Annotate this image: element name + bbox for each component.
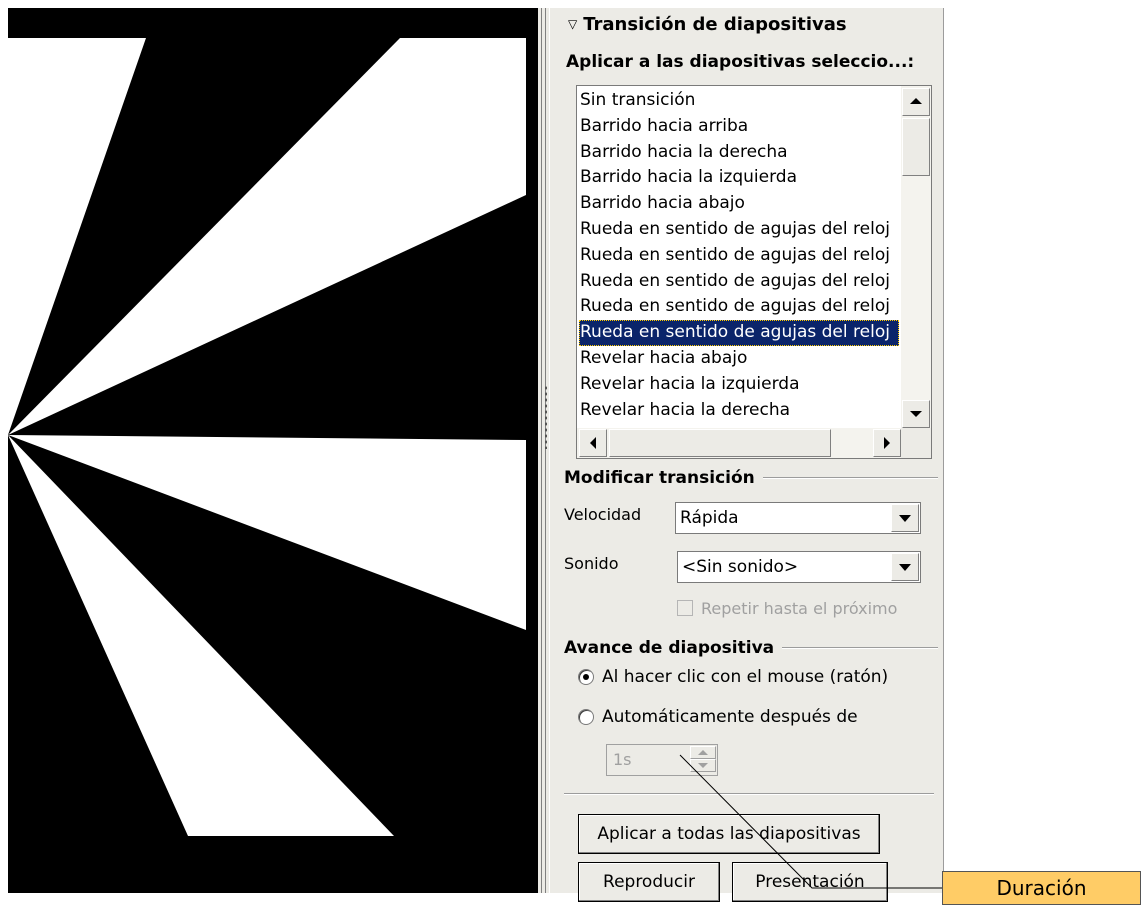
spin-buttons[interactable] bbox=[690, 746, 716, 774]
transition-item[interactable]: Barrido hacia abajo bbox=[579, 191, 899, 217]
apply-to-all-button[interactable]: Aplicar a todas las diapositivas bbox=[578, 814, 880, 854]
arrow-down-icon bbox=[910, 411, 922, 417]
transition-item[interactable]: Rueda en sentido de agujas del reloj bbox=[579, 243, 899, 269]
transition-item[interactable]: Revelar hacia la izquierda bbox=[579, 372, 899, 398]
scroll-right-button[interactable] bbox=[873, 429, 901, 457]
play-button[interactable]: Reproducir bbox=[578, 862, 720, 902]
apply-to-selected-label: Aplicar a las diapositivas seleccio...: bbox=[566, 52, 915, 72]
checkbox-icon[interactable] bbox=[677, 600, 693, 616]
splitter-grip-icon[interactable] bbox=[544, 385, 548, 449]
divider bbox=[564, 793, 934, 795]
transition-item[interactable]: Rueda en sentido de agujas del reloj bbox=[579, 294, 899, 320]
slideshow-button[interactable]: Presentación bbox=[732, 862, 888, 902]
radio-selected-icon[interactable] bbox=[578, 669, 594, 685]
transition-list[interactable]: Sin transición Barrido hacia arriba Barrid… bbox=[576, 85, 932, 459]
sound-dropdown-button[interactable] bbox=[891, 553, 919, 581]
auto-label: Automáticamente después de bbox=[602, 707, 858, 727]
arrow-up-icon bbox=[910, 98, 922, 104]
chevron-down-icon bbox=[899, 515, 911, 522]
advance-automatically-radio[interactable]: Automáticamente después de bbox=[578, 705, 858, 729]
radio-unselected-icon[interactable] bbox=[578, 709, 594, 725]
speed-select[interactable]: Rápida bbox=[675, 502, 921, 534]
scrollbar-corner bbox=[901, 428, 931, 458]
transition-item[interactable]: Rueda en sentido de agujas del reloj bbox=[579, 320, 899, 346]
transition-item[interactable]: Revelar hacia abajo bbox=[579, 346, 899, 372]
collapse-triangle-icon[interactable]: ▽ bbox=[568, 12, 577, 36]
transition-items: Sin transición Barrido hacia arriba Barrid… bbox=[579, 88, 899, 423]
scroll-left-button[interactable] bbox=[579, 429, 607, 457]
modify-transition-heading: Modificar transición bbox=[564, 466, 938, 490]
clock-wipe-graphic bbox=[8, 38, 526, 836]
loop-label: Repetir hasta el próximo bbox=[701, 598, 898, 618]
pane-splitter[interactable] bbox=[538, 8, 560, 893]
sound-value: <Sin sonido> bbox=[682, 557, 799, 577]
spin-down-icon[interactable] bbox=[690, 759, 716, 772]
chevron-down-icon bbox=[899, 564, 911, 571]
sound-select[interactable]: <Sin sonido> bbox=[677, 551, 921, 583]
speed-dropdown-button[interactable] bbox=[891, 504, 919, 532]
divider bbox=[762, 477, 938, 479]
horizontal-scroll-thumb[interactable] bbox=[609, 429, 831, 457]
vertical-scrollbar[interactable] bbox=[901, 86, 931, 428]
spin-up-icon[interactable] bbox=[690, 746, 716, 759]
transition-item[interactable]: Barrido hacia arriba bbox=[579, 114, 899, 140]
on-click-label: Al hacer clic con el mouse (ratón) bbox=[602, 667, 889, 687]
loop-until-next-checkbox[interactable]: Repetir hasta el próximo bbox=[677, 597, 897, 619]
vertical-scroll-thumb[interactable] bbox=[902, 118, 930, 176]
horizontal-scrollbar[interactable] bbox=[577, 428, 901, 458]
transition-item[interactable]: Barrido hacia la izquierda bbox=[579, 165, 899, 191]
advance-on-click-radio[interactable]: Al hacer clic con el mouse (ratón) bbox=[578, 665, 888, 689]
arrow-right-icon bbox=[884, 437, 890, 449]
slide-transition-pane: ▽ Transición de diapositivas Aplicar a la… bbox=[560, 8, 944, 902]
speed-value: Rápida bbox=[680, 508, 739, 528]
transition-item[interactable]: Barrido hacia la derecha bbox=[579, 140, 899, 166]
transition-item[interactable]: Sin transición bbox=[579, 88, 899, 114]
time-value: 1s bbox=[613, 750, 632, 769]
slide-preview bbox=[8, 8, 549, 893]
arrow-left-icon bbox=[590, 437, 596, 449]
duration-callout: Duración bbox=[942, 871, 1141, 905]
advance-time-spinner[interactable]: 1s bbox=[606, 744, 718, 776]
transition-item[interactable]: Rueda en sentido de agujas del reloj bbox=[579, 269, 899, 295]
scroll-up-button[interactable] bbox=[902, 88, 930, 116]
scroll-down-button[interactable] bbox=[902, 400, 930, 428]
pane-title[interactable]: ▽ Transición de diapositivas bbox=[568, 12, 938, 36]
transition-item[interactable]: Revelar hacia la derecha bbox=[579, 398, 899, 424]
transition-item[interactable]: Rueda en sentido de agujas del reloj bbox=[579, 217, 899, 243]
sound-label: Sonido bbox=[564, 554, 619, 573]
speed-label: Velocidad bbox=[564, 505, 642, 524]
divider bbox=[782, 647, 938, 649]
advance-slide-heading: Avance de diapositiva bbox=[564, 636, 938, 660]
